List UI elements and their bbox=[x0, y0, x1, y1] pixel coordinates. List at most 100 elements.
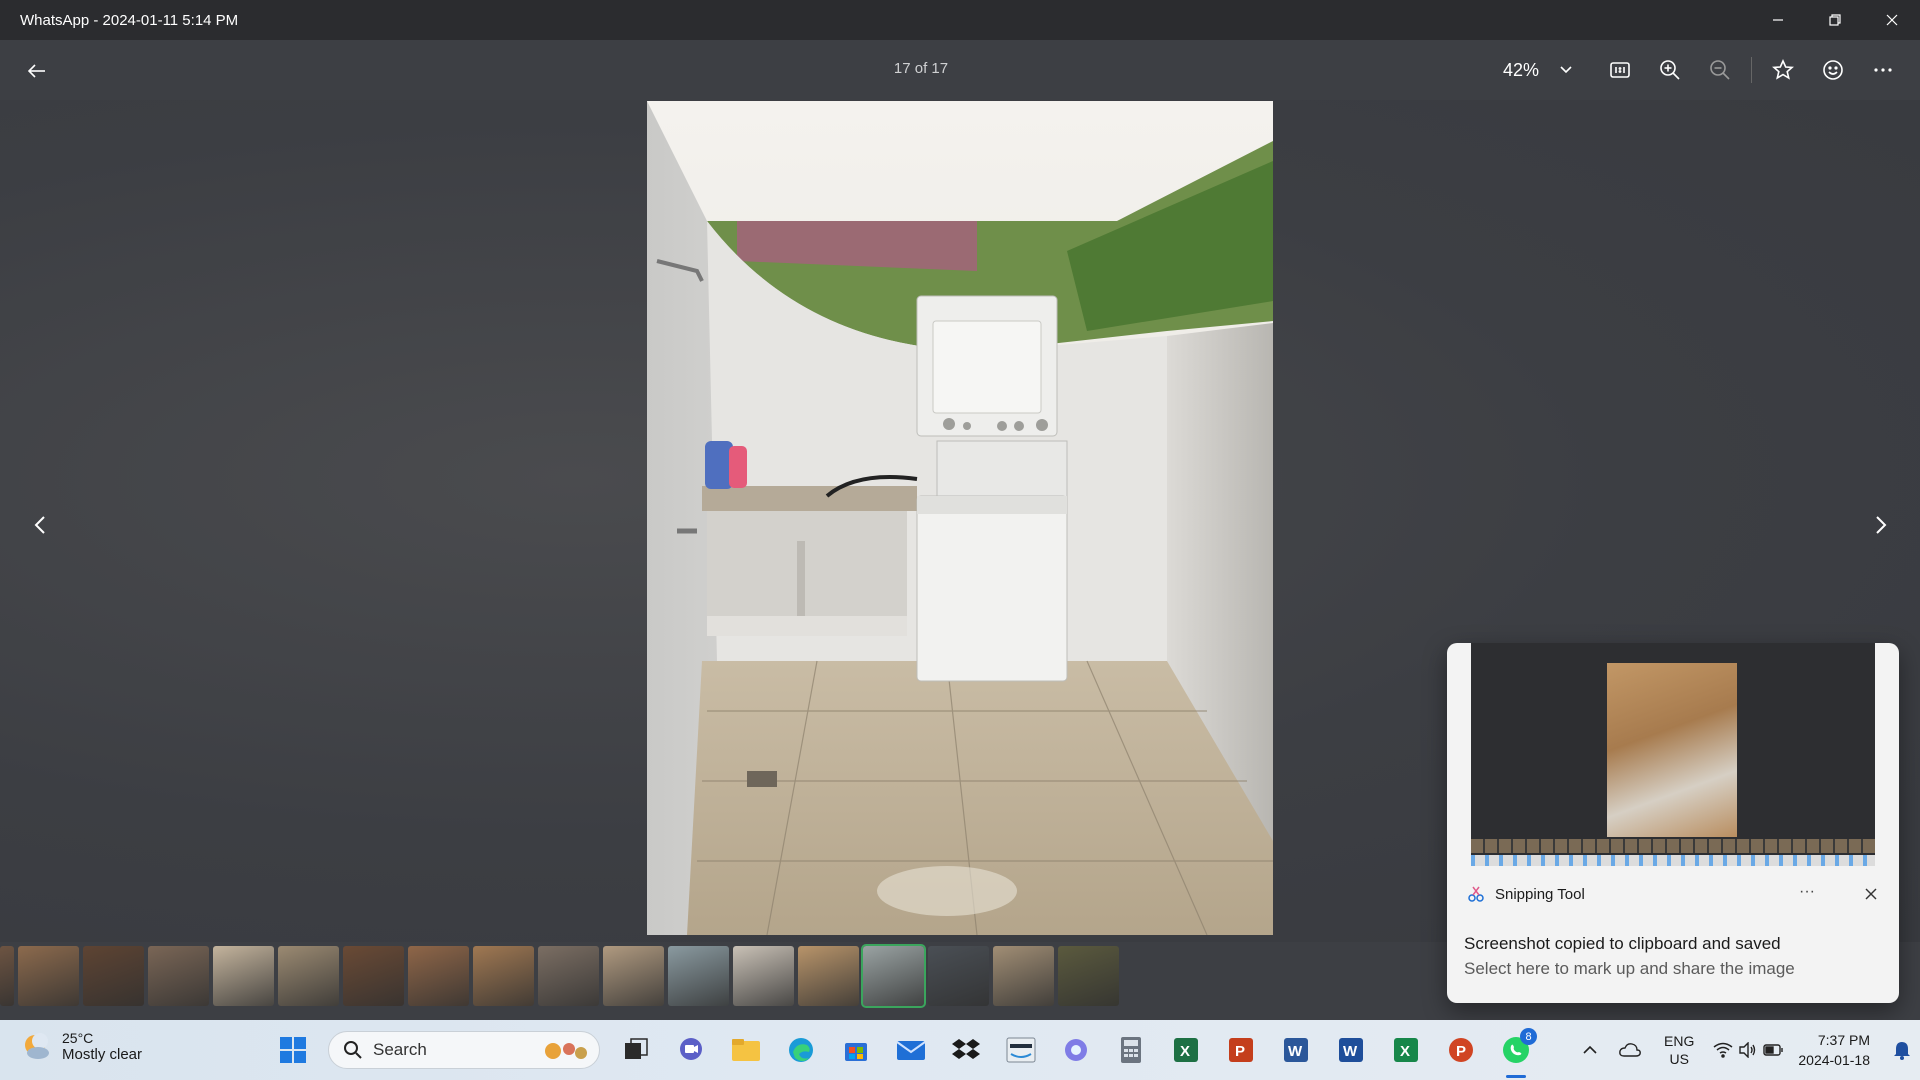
start-button[interactable] bbox=[265, 1030, 320, 1070]
show-hidden-icons-button[interactable] bbox=[1570, 1030, 1610, 1070]
toolbar-separator bbox=[1751, 57, 1752, 83]
whatsapp-notification-badge: 8 bbox=[1520, 1028, 1537, 1045]
favorite-button[interactable] bbox=[1758, 50, 1808, 90]
edge-button[interactable] bbox=[773, 1030, 828, 1070]
powerpoint-button[interactable]: P bbox=[1213, 1030, 1268, 1070]
filmstrip-thumb[interactable] bbox=[213, 946, 274, 1006]
zoom-in-button[interactable] bbox=[1645, 50, 1695, 90]
preview-filmstrip bbox=[1471, 839, 1875, 853]
svg-text:W: W bbox=[1288, 1043, 1303, 1060]
search-icon bbox=[344, 1041, 362, 1059]
mail-icon bbox=[895, 1041, 926, 1060]
svg-text:X: X bbox=[1180, 1043, 1190, 1060]
filmstrip-thumb[interactable] bbox=[18, 946, 79, 1006]
more-options-button[interactable] bbox=[1858, 50, 1908, 90]
dropbox-button[interactable] bbox=[938, 1030, 993, 1070]
next-photo-button[interactable] bbox=[1866, 510, 1896, 540]
window-title: WhatsApp - 2024-01-11 5:14 PM bbox=[20, 11, 239, 29]
excel-icon: X bbox=[1393, 1038, 1418, 1062]
filmstrip-thumb[interactable] bbox=[603, 946, 664, 1006]
amazon-icon bbox=[1006, 1037, 1035, 1063]
calculator-button[interactable] bbox=[1103, 1030, 1158, 1070]
minimize-button[interactable] bbox=[1749, 0, 1806, 40]
snipping-tool-icon bbox=[1468, 886, 1484, 902]
laundry-room-photo bbox=[647, 101, 1273, 935]
word-alt-button[interactable]: W bbox=[1323, 1030, 1378, 1070]
excel-button[interactable]: X bbox=[1158, 1030, 1213, 1070]
teams-chat-button[interactable] bbox=[663, 1030, 718, 1070]
powerpoint-icon: P bbox=[1448, 1038, 1473, 1062]
filmstrip-thumb[interactable] bbox=[928, 946, 989, 1006]
task-view-icon bbox=[624, 1038, 648, 1059]
close-button[interactable] bbox=[1863, 0, 1920, 40]
search-placeholder: Search bbox=[373, 1040, 427, 1059]
filmstrip-thumb-active[interactable] bbox=[861, 944, 926, 1008]
filmstrip-thumb[interactable] bbox=[408, 946, 469, 1006]
toast-body: Select here to mark up and share the ima… bbox=[1464, 959, 1795, 978]
smiley-icon bbox=[1823, 60, 1843, 80]
filmstrip-thumb[interactable] bbox=[148, 946, 209, 1006]
filmstrip-thumb[interactable] bbox=[1058, 946, 1119, 1006]
weather-widget[interactable]: 25°C Mostly clear bbox=[22, 1030, 142, 1063]
restore-button[interactable] bbox=[1806, 0, 1863, 40]
filmstrip-thumb[interactable] bbox=[798, 946, 859, 1006]
dropbox-icon bbox=[951, 1039, 980, 1059]
language-code: ENG bbox=[1664, 1033, 1695, 1049]
moon-cloud-icon bbox=[25, 1032, 49, 1059]
close-icon bbox=[1865, 888, 1877, 900]
toast-more-button[interactable]: ··· bbox=[1799, 883, 1815, 901]
photo-toolbar: 17 of 17 42% bbox=[0, 40, 1920, 100]
actual-size-button[interactable] bbox=[1595, 50, 1645, 90]
snipping-tool-notification[interactable]: Snipping Tool ··· Screenshot copied to c… bbox=[1447, 643, 1899, 1003]
main-photo[interactable] bbox=[647, 101, 1273, 935]
whatsapp-button[interactable]: 8 bbox=[1488, 1028, 1543, 1078]
wifi-icon bbox=[1713, 1042, 1733, 1058]
actual-size-icon bbox=[1610, 62, 1630, 78]
weather-condition: Mostly clear bbox=[62, 1046, 143, 1063]
zoom-level[interactable]: 42% bbox=[1503, 60, 1539, 81]
feedback-button[interactable] bbox=[1808, 50, 1858, 90]
filmstrip-thumb[interactable] bbox=[278, 946, 339, 1006]
title-bar: WhatsApp - 2024-01-11 5:14 PM bbox=[0, 0, 1920, 40]
filmstrip-thumb[interactable] bbox=[83, 946, 144, 1006]
mail-button[interactable] bbox=[883, 1030, 938, 1070]
filmstrip-thumb[interactable] bbox=[993, 946, 1054, 1006]
clock-time: 7:37 PM bbox=[1817, 1032, 1870, 1048]
zoom-dropdown-button[interactable] bbox=[1551, 50, 1581, 90]
file-explorer-button[interactable] bbox=[718, 1030, 773, 1070]
filmstrip-thumb[interactable] bbox=[538, 946, 599, 1006]
toast-close-button[interactable] bbox=[1865, 887, 1877, 905]
quick-settings-button[interactable] bbox=[1708, 1030, 1788, 1070]
windows-logo-icon bbox=[279, 1037, 306, 1063]
excel-alt-button[interactable]: X bbox=[1378, 1030, 1433, 1070]
close-icon bbox=[1886, 14, 1897, 26]
volume-icon bbox=[1739, 1042, 1756, 1058]
copilot-button[interactable] bbox=[1048, 1030, 1103, 1070]
zoom-out-icon bbox=[1710, 60, 1730, 80]
window-controls bbox=[1749, 0, 1920, 40]
filmstrip-thumb[interactable] bbox=[343, 946, 404, 1006]
search-highlight-icon bbox=[545, 1043, 587, 1059]
task-view-button[interactable] bbox=[608, 1030, 663, 1070]
clock[interactable]: 7:37 PM 2024-01-18 bbox=[1798, 1030, 1870, 1070]
filmstrip-thumb[interactable] bbox=[668, 946, 729, 1006]
chevron-left-icon bbox=[34, 516, 45, 534]
filmstrip-thumb[interactable] bbox=[0, 946, 14, 1006]
zoom-out-button[interactable] bbox=[1695, 50, 1745, 90]
powerpoint-alt-button[interactable]: P bbox=[1433, 1030, 1488, 1070]
star-icon bbox=[1772, 59, 1794, 80]
filmstrip-thumb[interactable] bbox=[473, 946, 534, 1006]
screenshot-preview[interactable] bbox=[1471, 643, 1875, 866]
taskbar-search[interactable]: Search bbox=[328, 1031, 600, 1069]
previous-photo-button[interactable] bbox=[25, 510, 55, 540]
svg-text:P: P bbox=[1235, 1043, 1245, 1060]
toast-title: Screenshot copied to clipboard and saved bbox=[1464, 934, 1781, 953]
word-button[interactable]: W bbox=[1268, 1030, 1323, 1070]
microsoft-store-button[interactable] bbox=[828, 1030, 883, 1070]
notifications-button[interactable] bbox=[1884, 1030, 1920, 1070]
svg-text:X: X bbox=[1400, 1043, 1410, 1060]
amazon-button[interactable] bbox=[993, 1030, 1048, 1070]
onedrive-button[interactable] bbox=[1610, 1030, 1650, 1070]
filmstrip-thumb[interactable] bbox=[733, 946, 794, 1006]
language-indicator[interactable]: ENG US bbox=[1664, 1032, 1694, 1068]
